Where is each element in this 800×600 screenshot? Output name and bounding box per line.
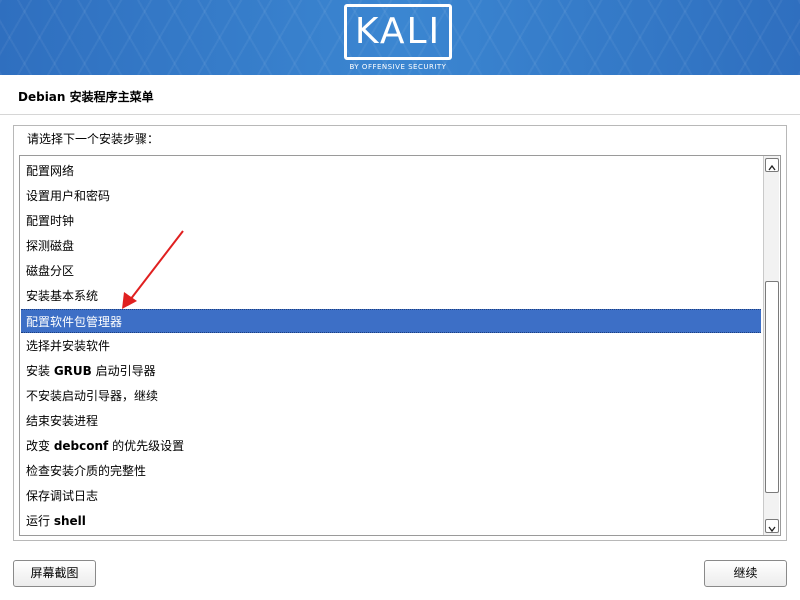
list-item-label-post: 启动引导器 — [91, 364, 156, 378]
list-item-label: 配置软件包管理器 — [26, 315, 123, 329]
list-item-label: 设置用户和密码 — [26, 189, 111, 203]
prompt-label: 请选择下一个安装步骤： — [27, 132, 160, 146]
list-item-continue-without-bootloader[interactable]: 不安装启动引导器，继续 — [21, 384, 761, 408]
list-item-label: 探测磁盘 — [26, 239, 75, 253]
list-item-label: 不安装启动引导器，继续 — [26, 389, 159, 403]
scroll-thumb[interactable] — [765, 281, 779, 493]
page-title: Debian 安装程序主菜单 — [18, 90, 154, 104]
list-item-check-media-integrity[interactable]: 检查安装介质的完整性 — [21, 459, 761, 483]
list-item-label: 结束安装进程 — [26, 414, 99, 428]
scroll-down-button[interactable] — [765, 519, 779, 533]
list-item-label: 配置网络 — [26, 164, 75, 178]
list-scrollbar[interactable] — [763, 156, 779, 535]
list-item-select-install-software[interactable]: 选择并安装软件 — [21, 334, 761, 358]
scroll-up-button[interactable] — [765, 158, 779, 172]
list-item-label: 配置时钟 — [26, 214, 75, 228]
list-item-label: 选择并安装软件 — [26, 339, 111, 353]
list-item-configure-package-manager[interactable]: 配置软件包管理器 — [21, 309, 761, 333]
list-item-configure-clock[interactable]: 配置时钟 — [21, 209, 761, 233]
kali-banner: KALI BY OFFENSIVE SECURITY — [0, 0, 800, 75]
list-item-detect-disks[interactable]: 探测磁盘 — [21, 234, 761, 258]
list-item-label-pre: 改变 — [26, 439, 54, 453]
list-item-label: 保存调试日志 — [26, 489, 99, 503]
continue-button[interactable]: 继续 — [704, 560, 787, 587]
list-item-save-debug-logs[interactable]: 保存调试日志 — [21, 484, 761, 508]
list-item-label-post: 的优先级设置 — [108, 439, 185, 453]
list-item-label-pre: 安装 — [26, 364, 54, 378]
kali-logo-subtext: BY OFFENSIVE SECURITY — [349, 63, 447, 71]
chevron-down-icon — [768, 526, 776, 533]
installer-menu-list[interactable]: 配置网络 设置用户和密码 配置时钟 探测磁盘 磁盘分区 安装基本系统 配置软件包… — [19, 155, 781, 536]
list-item-change-debconf-priority[interactable]: 改变 debconf 的优先级设置 — [21, 434, 761, 458]
list-item-label: 磁盘分区 — [26, 264, 75, 278]
list-item-partition-disks[interactable]: 磁盘分区 — [21, 259, 761, 283]
list-item-finish-installation[interactable]: 结束安装进程 — [21, 409, 761, 433]
list-item-label-bold: shell — [53, 514, 86, 528]
list-item-label-pre: 运行 — [26, 514, 54, 528]
list-item-execute-shell[interactable]: 运行 shell — [21, 509, 761, 533]
list-item-label: 检查安装介质的完整性 — [26, 464, 147, 478]
list-item-label: 安装基本系统 — [26, 289, 99, 303]
kali-logo: KALI — [344, 4, 452, 60]
list-item-label-bold: debconf — [53, 439, 109, 453]
list-item-label-bold: GRUB — [53, 364, 92, 378]
title-divider — [0, 114, 800, 115]
list-item-install-grub[interactable]: 安装 GRUB 启动引导器 — [21, 359, 761, 383]
screenshot-button[interactable]: 屏幕截图 — [13, 560, 96, 587]
list-item-install-base-system[interactable]: 安装基本系统 — [21, 284, 761, 308]
list-item-configure-network[interactable]: 配置网络 — [21, 159, 761, 183]
chevron-up-icon — [768, 164, 776, 171]
list-item-setup-users[interactable]: 设置用户和密码 — [21, 184, 761, 208]
